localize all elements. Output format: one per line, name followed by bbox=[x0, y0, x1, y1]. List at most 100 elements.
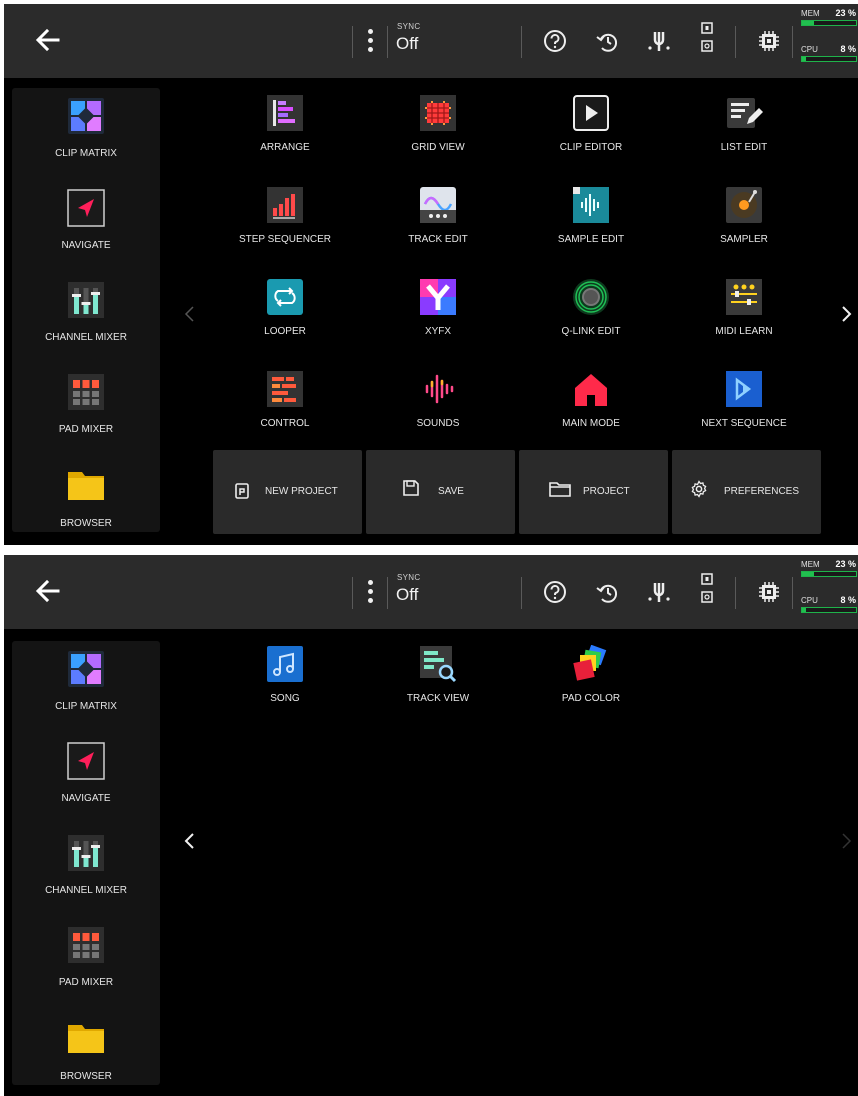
sidebar-item-label: CLIP MATRIX bbox=[55, 701, 117, 712]
menu-item-list-edit[interactable]: LIST EDIT bbox=[669, 90, 819, 178]
navigate-icon bbox=[66, 741, 106, 781]
menu-item-next-sequence[interactable]: NEXT SEQUENCE bbox=[669, 366, 819, 454]
help-icon[interactable] bbox=[540, 577, 570, 607]
clip-editor-icon bbox=[572, 94, 610, 132]
menu-item-label: Q-LINK EDIT bbox=[561, 326, 621, 337]
track-edit-icon bbox=[419, 186, 457, 224]
menu-item-label: XYFX bbox=[424, 326, 452, 337]
sidebar-item-clip-matrix[interactable]: CLIP MATRIX bbox=[12, 88, 160, 180]
sidebar-item-label: CHANNEL MIXER bbox=[45, 885, 127, 896]
back-arrow-icon bbox=[35, 28, 60, 52]
menu-item-arrange[interactable]: ARRANGE bbox=[210, 90, 360, 178]
sidebar-item-pad-mixer[interactable]: PAD MIXER bbox=[12, 917, 160, 1009]
sidebar-item-label: BROWSER bbox=[60, 518, 112, 529]
input-output-icon[interactable] bbox=[699, 18, 715, 58]
menu-item-looper[interactable]: LOOPER bbox=[210, 274, 360, 362]
sync-value[interactable]: Off bbox=[396, 585, 418, 605]
menu-item-label: TRACK EDIT bbox=[408, 234, 468, 245]
input-output-icon[interactable] bbox=[699, 569, 715, 609]
pad-color-icon bbox=[572, 644, 610, 683]
chevron-left-icon bbox=[184, 833, 194, 849]
menu-item-label: CONTROL bbox=[260, 418, 310, 429]
cpu-meter bbox=[801, 607, 857, 613]
menu-item-label: LIST EDIT bbox=[720, 142, 768, 153]
cpu-meter-fill bbox=[802, 57, 807, 61]
menu-item-midi-learn[interactable]: MIDI LEARN bbox=[669, 274, 819, 362]
sidebar-item-label: CHANNEL MIXER bbox=[45, 332, 127, 343]
sidebar-item-label: CLIP MATRIX bbox=[55, 148, 117, 159]
menu-item-sampler[interactable]: SAMPLER bbox=[669, 182, 819, 270]
mem-value: 23 % bbox=[835, 8, 856, 18]
project-button[interactable]: PROJECT bbox=[519, 450, 668, 534]
midi-learn-icon bbox=[725, 278, 763, 316]
top-bar: SYNC Off MEM 23 % CPU 8 % bbox=[4, 555, 858, 629]
next-page-button[interactable] bbox=[836, 302, 856, 326]
save-button[interactable]: SAVE bbox=[366, 450, 515, 534]
menu-item-grid-view[interactable]: GRID VIEW bbox=[363, 90, 513, 178]
looper-icon bbox=[266, 278, 304, 316]
menu-item-label: TRACK VIEW bbox=[406, 693, 470, 704]
menu-item-clip-editor[interactable]: CLIP EDITOR bbox=[516, 90, 666, 178]
new-project-icon bbox=[235, 483, 249, 499]
menu-item-main-mode[interactable]: MAIN MODE bbox=[516, 366, 666, 454]
menu-item-label: GRID VIEW bbox=[411, 142, 465, 153]
sidebar: CLIP MATRIX NAVIGATE CHANNEL MIXER PAD M… bbox=[12, 641, 160, 1085]
sidebar-item-browser[interactable]: BROWSER bbox=[12, 456, 160, 545]
undo-history-icon[interactable] bbox=[592, 577, 622, 607]
divider bbox=[792, 577, 793, 609]
menu-item-sounds[interactable]: SOUNDS bbox=[363, 366, 513, 454]
cpu-meter-fill bbox=[802, 608, 807, 612]
next-sequence-icon bbox=[725, 370, 763, 408]
next-page-button[interactable] bbox=[836, 829, 856, 853]
menu-item-track-view[interactable]: TRACK VIEW bbox=[363, 641, 513, 729]
menu-item-song[interactable]: SONG bbox=[210, 641, 360, 729]
menu-item-q-link-edit[interactable]: Q-LINK EDIT bbox=[516, 274, 666, 362]
sidebar-item-channel-mixer[interactable]: CHANNEL MIXER bbox=[12, 272, 160, 364]
cpu-label: CPU bbox=[801, 596, 818, 605]
sidebar-item-browser[interactable]: BROWSER bbox=[12, 1009, 160, 1096]
help-icon[interactable] bbox=[540, 26, 570, 56]
sidebar-item-pad-mixer[interactable]: PAD MIXER bbox=[12, 364, 160, 456]
page-indicator bbox=[512, 537, 524, 545]
arrange-icon bbox=[266, 94, 304, 132]
menu-item-label: NEXT SEQUENCE bbox=[701, 418, 787, 429]
save-icon bbox=[403, 480, 419, 496]
main-mode-icon bbox=[572, 370, 610, 408]
back-button[interactable] bbox=[30, 573, 66, 609]
sync-value[interactable]: Off bbox=[396, 34, 418, 54]
chevron-left-icon bbox=[184, 306, 194, 322]
tuner-icon[interactable] bbox=[644, 577, 674, 607]
control-icon bbox=[266, 370, 304, 408]
preferences-button[interactable]: PREFERENCES bbox=[672, 450, 821, 534]
menu-item-pad-color[interactable]: PAD COLOR bbox=[516, 641, 666, 729]
more-menu-button[interactable] bbox=[362, 577, 378, 607]
tuner-icon[interactable] bbox=[644, 26, 674, 56]
menu-item-step-sequencer[interactable]: STEP SEQUENCER bbox=[210, 182, 360, 270]
cpu-chip-icon[interactable] bbox=[754, 26, 784, 56]
sidebar-item-label: PAD MIXER bbox=[58, 977, 114, 988]
mem-label: MEM bbox=[801, 560, 820, 569]
project-label: PROJECT bbox=[583, 486, 630, 497]
menu-item-track-edit[interactable]: TRACK EDIT bbox=[363, 182, 513, 270]
prev-page-button[interactable] bbox=[180, 302, 200, 326]
menu-item-sample-edit[interactable]: SAMPLE EDIT bbox=[516, 182, 666, 270]
sidebar-item-label: BROWSER bbox=[60, 1071, 112, 1082]
chevron-right-icon bbox=[842, 833, 852, 849]
sync-label: SYNC bbox=[397, 573, 421, 582]
back-arrow-icon bbox=[35, 579, 60, 603]
new-project-button[interactable]: NEW PROJECT bbox=[213, 450, 362, 534]
sidebar-item-navigate[interactable]: NAVIGATE bbox=[12, 180, 160, 272]
sidebar-item-navigate[interactable]: NAVIGATE bbox=[12, 733, 160, 825]
sidebar-item-channel-mixer[interactable]: CHANNEL MIXER bbox=[12, 825, 160, 917]
menu-item-xyfx[interactable]: XYFX bbox=[363, 274, 513, 362]
divider bbox=[735, 577, 736, 609]
divider bbox=[387, 577, 388, 609]
cpu-chip-icon[interactable] bbox=[754, 577, 784, 607]
undo-history-icon[interactable] bbox=[592, 26, 622, 56]
back-button[interactable] bbox=[30, 22, 66, 58]
prev-page-button[interactable] bbox=[180, 829, 200, 853]
menu-item-control[interactable]: CONTROL bbox=[210, 366, 360, 454]
mem-meter bbox=[801, 571, 857, 577]
more-menu-button[interactable] bbox=[362, 26, 378, 56]
sidebar-item-clip-matrix[interactable]: CLIP MATRIX bbox=[12, 641, 160, 733]
